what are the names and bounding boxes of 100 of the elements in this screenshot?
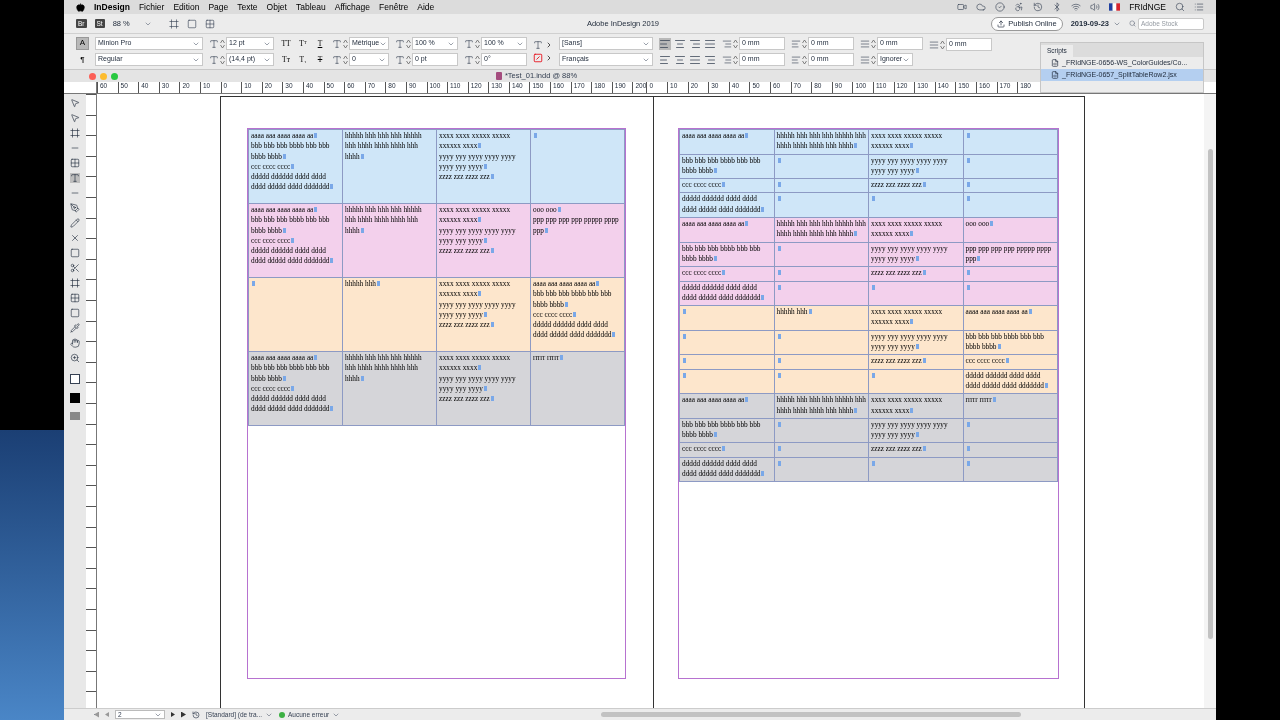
- note-icon[interactable]: [70, 308, 80, 318]
- spinner-arrows-icon[interactable]: [343, 54, 348, 65]
- menu-item[interactable]: Fenêtre: [379, 0, 409, 14]
- space-after-icon[interactable]: [929, 39, 939, 50]
- bluetooth-icon[interactable]: [1052, 2, 1063, 12]
- skew-icon[interactable]: [464, 54, 474, 65]
- selection-arrow-icon[interactable]: [70, 98, 80, 108]
- spinner-arrows-icon[interactable]: [220, 38, 225, 49]
- zoom-window-button[interactable]: [111, 72, 118, 80]
- volume-icon[interactable]: [1090, 2, 1101, 12]
- pen-tool-icon[interactable]: [70, 203, 80, 213]
- hand-icon[interactable]: [70, 338, 80, 348]
- tracking-icon[interactable]: [332, 54, 342, 65]
- fill-icon[interactable]: [533, 40, 543, 50]
- mode-toggle[interactable]: A: [76, 36, 89, 50]
- scrollbar-thumb[interactable]: [1207, 149, 1213, 639]
- spinner-arrows-icon[interactable]: [940, 39, 945, 50]
- last-line-indent-icon[interactable]: [791, 54, 801, 65]
- content-collector-icon[interactable]: [70, 158, 80, 168]
- scissors-icon[interactable]: [70, 263, 80, 273]
- eyedropper-icon[interactable]: [70, 323, 80, 333]
- align-button[interactable]: [704, 53, 716, 66]
- scrollbar-thumb[interactable]: [601, 712, 1021, 717]
- transform-tool-icon[interactable]: [70, 278, 80, 288]
- zoom-icon[interactable]: [70, 353, 80, 363]
- next-page-icon[interactable]: [171, 712, 175, 717]
- search-icon: [1129, 20, 1136, 27]
- paragraph-mark-icon: [777, 196, 781, 202]
- stroke-swatch-icon[interactable]: [70, 393, 80, 403]
- clock-icon[interactable]: [1033, 2, 1044, 12]
- wifi-icon[interactable]: [1071, 2, 1082, 12]
- spinner-arrows-icon[interactable]: [220, 54, 225, 65]
- menu-item[interactable]: Page: [208, 0, 229, 14]
- preview-icon[interactable]: [192, 710, 200, 719]
- kerning-icon[interactable]: [332, 38, 342, 49]
- align-button[interactable]: [659, 37, 671, 50]
- cloud-icon[interactable]: [976, 2, 987, 12]
- spinner-arrows-icon[interactable]: [475, 38, 480, 49]
- spinner-arrows-icon[interactable]: [733, 38, 738, 49]
- spinner-arrows-icon[interactable]: [475, 54, 480, 65]
- table-cell[interactable]: [962, 129, 1058, 155]
- rectangle-tool-icon[interactable]: [70, 248, 80, 258]
- menu-item[interactable]: Tableau: [295, 0, 326, 14]
- screen-mode-icon[interactable]: [168, 18, 179, 29]
- horizontal-scale-icon[interactable]: [464, 38, 474, 49]
- frame-cross-icon[interactable]: [70, 233, 80, 243]
- first-line-indent-icon[interactable]: [722, 54, 732, 65]
- menu-item[interactable]: Aide: [417, 0, 435, 14]
- fill-swatch-icon[interactable]: [70, 374, 80, 384]
- spinner-arrows-icon[interactable]: [802, 38, 807, 49]
- user-name[interactable]: FRIdNGE: [1129, 0, 1166, 14]
- font-size-icon[interactable]: [209, 38, 219, 49]
- spinner-arrows-icon[interactable]: [406, 38, 411, 49]
- grid-align-icon[interactable]: [860, 54, 870, 65]
- view-mode-icon[interactable]: [186, 18, 197, 29]
- first-page-icon[interactable]: [94, 711, 99, 718]
- space-before-icon[interactable]: [860, 38, 870, 49]
- spinner-arrows-icon[interactable]: [343, 38, 348, 49]
- align-button[interactable]: [689, 53, 701, 66]
- align-button[interactable]: [674, 37, 686, 50]
- menu-item[interactable]: InDesign: [94, 0, 130, 14]
- spinner-arrows-icon[interactable]: [406, 54, 411, 65]
- table-cell[interactable]: [962, 456, 1058, 483]
- align-button[interactable]: [689, 37, 701, 50]
- menu-item[interactable]: Affichage: [334, 0, 370, 14]
- spinner-arrows-icon[interactable]: [871, 54, 876, 65]
- flag-icon[interactable]: [1109, 3, 1121, 11]
- spinner-arrows-icon[interactable]: [871, 38, 876, 49]
- align-button[interactable]: [659, 53, 671, 66]
- check-icon[interactable]: [995, 2, 1006, 12]
- pencil-tool-icon[interactable]: [70, 218, 80, 228]
- menu-item[interactable]: Objet: [266, 0, 287, 14]
- left-indent-icon[interactable]: [722, 38, 732, 49]
- search-icon[interactable]: [1175, 2, 1185, 12]
- menu-item[interactable]: Texte: [237, 0, 258, 14]
- vertical-scrollbar[interactable]: [1204, 94, 1216, 708]
- arrange-icon[interactable]: [204, 18, 215, 29]
- page-tool-icon[interactable]: [70, 128, 80, 138]
- menu-item[interactable]: Edition: [173, 0, 200, 14]
- leading-icon[interactable]: [209, 54, 219, 65]
- last-page-icon[interactable]: [181, 711, 186, 718]
- spinner-arrows-icon[interactable]: [802, 54, 807, 65]
- apple-icon[interactable]: [76, 2, 85, 12]
- accessibility-icon[interactable]: [1014, 2, 1025, 12]
- align-button[interactable]: [704, 37, 716, 50]
- type-tool-icon[interactable]: [70, 173, 80, 183]
- mode-toggle[interactable]: ¶: [76, 53, 89, 67]
- list-icon[interactable]: [1194, 2, 1204, 12]
- camera-icon[interactable]: [957, 2, 968, 12]
- stroke-none-icon[interactable]: [533, 53, 543, 63]
- close-window-button[interactable]: [89, 72, 96, 80]
- previous-page-icon[interactable]: [105, 712, 109, 717]
- spinner-arrows-icon[interactable]: [733, 54, 738, 65]
- vertical-scale-icon[interactable]: [395, 38, 405, 49]
- direct-selection-arrow-icon[interactable]: [70, 113, 80, 123]
- align-button[interactable]: [674, 53, 686, 66]
- menu-item[interactable]: Fichier: [138, 0, 165, 14]
- right-indent-icon[interactable]: [791, 38, 801, 49]
- gradient-icon[interactable]: [70, 293, 80, 303]
- baseline-shift-icon[interactable]: [395, 54, 405, 65]
